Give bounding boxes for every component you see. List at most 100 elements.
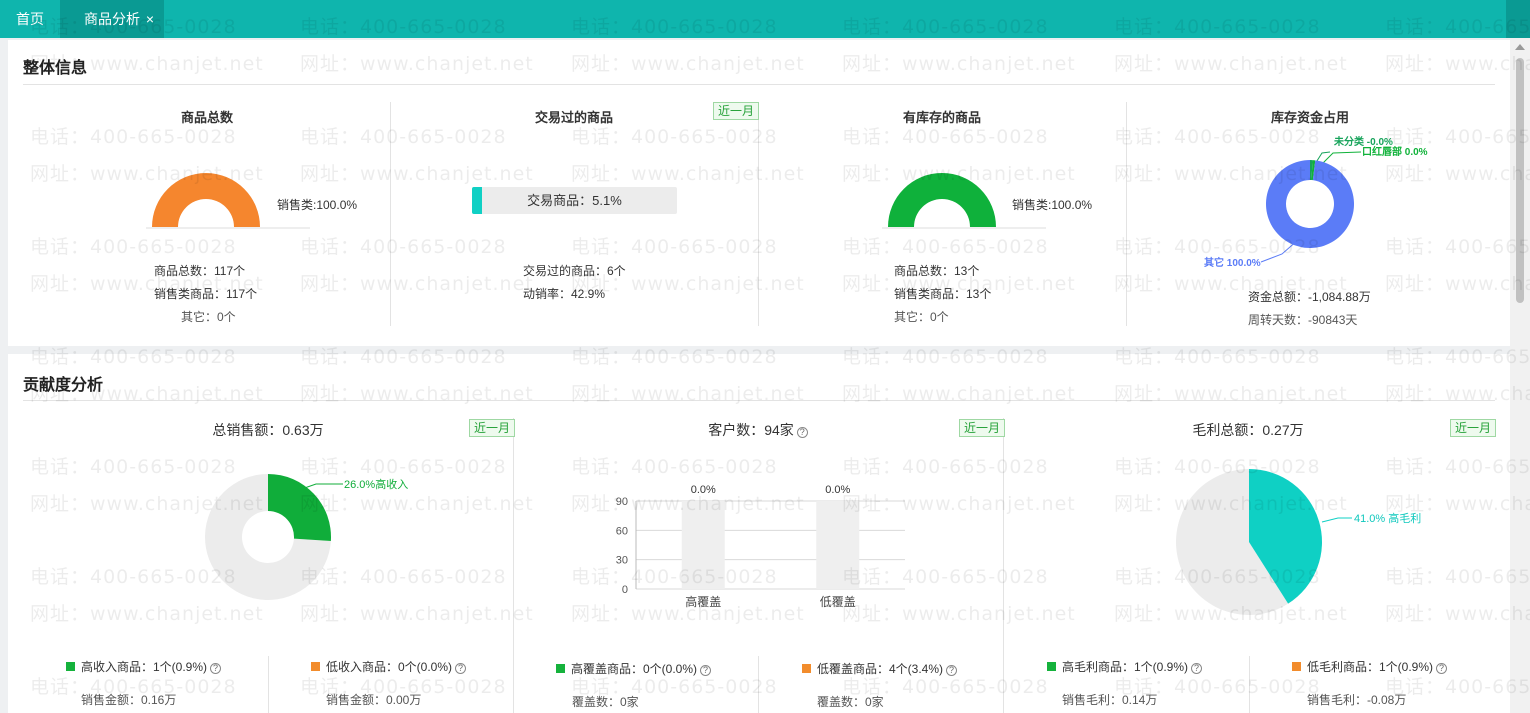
scrollbar-thumb[interactable] bbox=[1516, 58, 1524, 303]
divider bbox=[390, 102, 391, 326]
low-revenue-amount: 销售金额：0.00万 bbox=[326, 693, 422, 707]
total-card-title: 商品总数 bbox=[180, 110, 233, 125]
legend-swatch bbox=[556, 664, 565, 673]
help-icon[interactable]: ? bbox=[1436, 663, 1448, 674]
y-tick-label: 60 bbox=[616, 525, 628, 537]
divider bbox=[1126, 102, 1127, 326]
traded-card-title: 交易过的商品 bbox=[534, 110, 613, 125]
high-coverage-label: 高覆盖商品：0个(0.0%) bbox=[571, 662, 698, 676]
low-coverage-count: 覆盖数：0家 bbox=[817, 695, 884, 709]
total-gauge-label: 销售类:100.0% bbox=[277, 198, 358, 212]
close-icon[interactable]: × bbox=[146, 0, 154, 38]
stock-line-2: 销售类商品：13个 bbox=[894, 287, 992, 301]
capital-line-1: 资金总额：-1,084.88万 bbox=[1248, 290, 1371, 304]
customers-title: 客户数：94家? bbox=[513, 420, 1003, 440]
overview-panel: 整体信息 商品总数 销售类:100.0% 商品总数：117个 销售类商品：117… bbox=[8, 40, 1510, 346]
leader-line bbox=[1321, 517, 1352, 523]
profit-title: 毛利总额：0.27万 bbox=[1192, 422, 1304, 438]
divider bbox=[1249, 656, 1250, 713]
tab-label: 商品分析 bbox=[84, 11, 140, 27]
y-tick-label: 90 bbox=[616, 496, 628, 508]
high-revenue-amount: 销售金额：0.16万 bbox=[81, 693, 177, 707]
total-line-3: 其它：0个 bbox=[181, 310, 236, 324]
high-coverage-legend: 高覆盖商品：0个(0.0%)? bbox=[556, 660, 712, 677]
capital-line-2: 周转天数：-90843天 bbox=[1248, 313, 1358, 327]
low-coverage-label: 低覆盖商品：4个(3.4%) bbox=[817, 662, 944, 676]
gauge-fill bbox=[152, 173, 260, 227]
scroll-up-icon[interactable] bbox=[1515, 44, 1525, 50]
total-line-2: 销售类商品：117个 bbox=[154, 287, 258, 301]
total-line-1: 商品总数：117个 bbox=[154, 264, 246, 278]
divider bbox=[758, 656, 759, 713]
period-badge[interactable]: 近一月 bbox=[1450, 419, 1497, 437]
capital-donut-chart: 未分类 -0.0% 口红唇部 0.0% 其它 100.0% bbox=[1204, 135, 1428, 269]
high-margin-label: 高毛利商品：1个(0.9%) bbox=[1062, 660, 1189, 674]
profit-slice-label: 41.0% 高毛利 bbox=[1354, 511, 1421, 525]
donut-slice-2 bbox=[1266, 160, 1354, 248]
help-icon[interactable]: ? bbox=[1191, 663, 1203, 674]
customers-title-text: 客户数：94家 bbox=[708, 422, 794, 438]
bar-data-label: 0.0% bbox=[691, 484, 716, 496]
bar-background bbox=[816, 501, 860, 589]
bar-background bbox=[681, 501, 725, 589]
low-margin-label: 低毛利商品：1个(0.9%) bbox=[1307, 660, 1434, 674]
help-icon[interactable]: ? bbox=[210, 663, 222, 674]
contribution-title: 贡献度分析 bbox=[23, 377, 104, 394]
y-tick-label: 0 bbox=[622, 584, 628, 596]
tab-bar: 首页 商品分析 × bbox=[0, 0, 1530, 38]
low-revenue-legend: 低收入商品：0个(0.0%)? bbox=[311, 658, 467, 675]
slice-label-lipstick: 口红唇部 0.0% bbox=[1362, 145, 1428, 158]
bar-data-label: 0.0% bbox=[825, 484, 850, 496]
stock-gauge-label: 销售类:100.0% bbox=[1012, 198, 1093, 212]
stock-card-title: 有库存的商品 bbox=[902, 110, 981, 125]
divider bbox=[758, 102, 759, 326]
sales-slice-label: 26.0%高收入 bbox=[344, 477, 408, 491]
traded-progress-label: 交易商品：5.1% bbox=[527, 193, 622, 208]
capital-card-title: 库存资金占用 bbox=[1270, 110, 1349, 125]
low-coverage-legend: 低覆盖商品：4个(3.4%)? bbox=[802, 660, 958, 677]
help-icon[interactable]: ? bbox=[455, 663, 467, 674]
gauge-fill bbox=[888, 173, 996, 227]
sales-title: 总销售额：0.63万 bbox=[212, 422, 324, 438]
traded-progress-bar: 交易商品：5.1% bbox=[472, 187, 677, 214]
low-margin-amount: 销售毛利：-0.08万 bbox=[1307, 693, 1407, 707]
stock-line-3: 其它：0个 bbox=[894, 310, 949, 324]
stock-line-1: 商品总数：13个 bbox=[894, 264, 980, 278]
high-margin-amount: 销售毛利：0.14万 bbox=[1062, 693, 1158, 707]
tab-menu-button[interactable] bbox=[1506, 0, 1530, 38]
traded-line-2: 动销率：42.9% bbox=[523, 287, 606, 301]
period-badge[interactable]: 近一月 bbox=[469, 419, 516, 437]
tab-home[interactable]: 首页 bbox=[0, 0, 60, 38]
period-badge[interactable]: 近一月 bbox=[959, 419, 1006, 437]
y-tick-label: 30 bbox=[616, 555, 628, 567]
x-category-label: 低覆盖 bbox=[820, 595, 856, 609]
low-margin-legend: 低毛利商品：1个(0.9%)? bbox=[1292, 658, 1448, 675]
slice-label-other: 其它 100.0% bbox=[1204, 256, 1261, 269]
overview-title: 整体信息 bbox=[23, 60, 88, 77]
profit-pie-chart: 41.0% 高毛利 bbox=[1176, 469, 1421, 615]
x-category-label: 高覆盖 bbox=[685, 594, 721, 609]
divider bbox=[23, 400, 1495, 401]
help-icon[interactable]: ? bbox=[796, 427, 808, 438]
period-badge[interactable]: 近一月 bbox=[713, 102, 760, 120]
tab-product-analysis[interactable]: 商品分析 × bbox=[60, 0, 164, 38]
divider bbox=[268, 656, 269, 713]
high-revenue-label: 高收入商品：1个(0.9%) bbox=[81, 660, 208, 674]
high-margin-legend: 高毛利商品：1个(0.9%)? bbox=[1047, 658, 1203, 675]
legend-swatch bbox=[66, 662, 75, 671]
divider bbox=[23, 84, 1495, 85]
high-coverage-count: 覆盖数：0家 bbox=[572, 695, 639, 709]
vertical-scrollbar[interactable] bbox=[1510, 38, 1530, 713]
divider bbox=[1003, 418, 1004, 713]
divider bbox=[513, 418, 514, 713]
contribution-panel: 贡献度分析 总销售额：0.63万 近一月 26.0%高收入 高收入商品：1个(0… bbox=[8, 354, 1510, 713]
legend-swatch bbox=[1047, 662, 1056, 671]
traded-line-1: 交易过的商品：6个 bbox=[523, 264, 626, 278]
help-icon[interactable]: ? bbox=[700, 665, 712, 676]
low-revenue-label: 低收入商品：0个(0.0%) bbox=[326, 660, 453, 674]
legend-swatch bbox=[1292, 662, 1301, 671]
legend-swatch bbox=[802, 664, 811, 673]
legend-swatch bbox=[311, 662, 320, 671]
high-revenue-legend: 高收入商品：1个(0.9%)? bbox=[66, 658, 222, 675]
help-icon[interactable]: ? bbox=[946, 665, 958, 676]
